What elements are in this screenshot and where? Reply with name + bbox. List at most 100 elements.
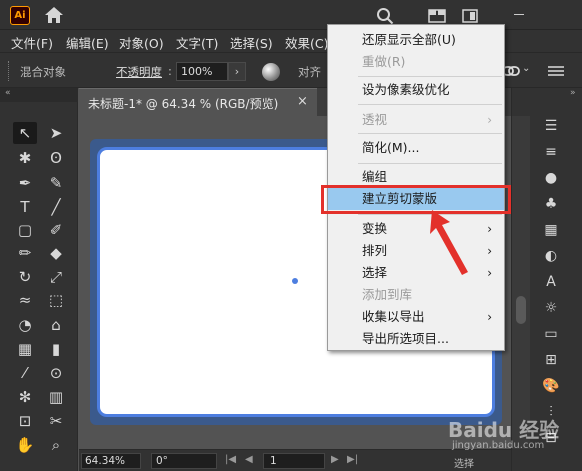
page-field[interactable]: 1	[263, 453, 325, 469]
menu-edit[interactable]: 编辑(E)	[66, 33, 109, 52]
document-tab-title: 未标题-1* @ 64.34 % (RGB/预览)	[88, 97, 279, 111]
free-transform-icon[interactable]: ⬚	[44, 289, 68, 311]
graph-tool-icon[interactable]: ▥	[44, 386, 68, 408]
direct-selection-tool-icon[interactable]: ➤	[44, 122, 68, 144]
slice-tool-icon[interactable]: ✂	[44, 410, 68, 432]
symbol-sprayer-icon[interactable]: ✻	[13, 386, 37, 408]
last-page-icon[interactable]: ▶|	[347, 454, 358, 465]
shape-builder-icon[interactable]: ◔	[13, 314, 37, 336]
pen-tool-icon[interactable]: ✒	[13, 172, 37, 194]
brightness-icon[interactable]: ☼	[540, 298, 562, 318]
submenu-arrow-icon: ›	[487, 244, 492, 258]
blend-object-label: 混合对象	[20, 65, 66, 79]
zoom-field[interactable]: 64.34%	[81, 453, 141, 469]
baidu-watermark: Baidu 经验	[448, 418, 560, 442]
menu-file[interactable]: 文件(F)	[11, 33, 53, 52]
warp-tool-icon[interactable]: ≈	[13, 289, 37, 311]
zoom-tool-icon[interactable]: ⌕	[44, 434, 68, 456]
transform-icon[interactable]: ⊞	[540, 350, 562, 370]
menu-item-export-selection[interactable]: 导出所选项目...	[328, 328, 504, 350]
menu-item-perspective: 透视 ›	[328, 109, 504, 131]
scrollbar-thumb[interactable]	[516, 296, 526, 324]
rectangle-tool-icon[interactable]: ▢	[13, 219, 37, 241]
grip-handle[interactable]	[8, 61, 11, 81]
annotation-arrow-icon	[430, 210, 468, 275]
menu-item-pixel-optimize[interactable]: 设为像素级优化	[328, 79, 504, 101]
minimize-icon[interactable]	[514, 14, 524, 15]
paintbrush-icon[interactable]: ✐	[44, 219, 68, 241]
menu-separator	[358, 104, 502, 105]
mesh-tool-icon[interactable]: ▦	[13, 338, 37, 360]
menu-separator	[358, 133, 502, 134]
submenu-arrow-icon: ›	[487, 310, 492, 324]
opacity-label[interactable]: 不透明度	[116, 64, 162, 80]
menu-separator	[358, 76, 502, 77]
menu-select[interactable]: 选择(S)	[230, 33, 273, 52]
shaper-tool-icon[interactable]: ✏	[13, 242, 37, 264]
next-page-icon[interactable]: ▶	[331, 454, 339, 465]
rotation-field[interactable]: 0°	[151, 453, 217, 469]
close-icon[interactable]: ×	[297, 94, 308, 109]
document-tab[interactable]: 未标题-1* @ 64.34 % (RGB/预览) ×	[79, 88, 317, 116]
live-paint-icon[interactable]: ⌂	[44, 314, 68, 336]
swatches-icon[interactable]: ▦	[540, 220, 562, 240]
vertical-scrollbar[interactable]	[512, 116, 530, 449]
submenu-arrow-icon: ›	[487, 222, 492, 236]
blend-tool-icon[interactable]: ⊙	[44, 362, 68, 384]
home-icon[interactable]	[44, 6, 64, 24]
menu-type[interactable]: 文字(T)	[176, 33, 218, 52]
panel-icon[interactable]	[462, 9, 478, 23]
rotate-tool-icon[interactable]: ↻	[13, 266, 37, 288]
prev-page-icon[interactable]: ◀	[245, 454, 253, 465]
menu-item-collect-for-export[interactable]: 收集以导出 ›	[328, 306, 504, 328]
appearance-icon[interactable]: ●	[540, 168, 562, 188]
collapse-right-icon[interactable]: »	[570, 88, 576, 98]
properties-icon[interactable]: ☰	[540, 116, 562, 136]
color-guide-icon[interactable]: 🎨	[540, 376, 562, 396]
menu-separator	[358, 163, 502, 164]
selection-tool-icon[interactable]: ↖	[13, 122, 37, 144]
gradient-tool-icon[interactable]: ▮	[44, 338, 68, 360]
app-logo[interactable]: Ai	[10, 6, 30, 25]
artboard-tool-icon[interactable]: ⊡	[13, 410, 37, 432]
lasso-icon[interactable]: ʘ	[44, 147, 68, 169]
opacity-input[interactable]: 100%	[176, 62, 228, 81]
annotation-highlight-box	[321, 185, 511, 214]
recolor-icon[interactable]	[262, 63, 280, 81]
menu-object[interactable]: 对象(O)	[119, 33, 164, 52]
baidu-watermark-url: jingyan.baidu.com	[452, 440, 545, 451]
layers-icon[interactable]: ≡	[540, 142, 562, 162]
menu-item-add-to-library: 添加到库	[362, 287, 413, 302]
menu-effect[interactable]: 效果(C)	[285, 33, 328, 52]
curvature-tool-icon[interactable]: ✎	[44, 172, 68, 194]
opacity-arrow-icon[interactable]: ›	[228, 62, 246, 81]
tools-panel: « ↖ ➤ ✱ ʘ ✒ ✎ T ╱ ▢ ✐ ✏ ◆ ↻ ⤢ ≈ ⬚ ◔ ⌂ ▦ …	[0, 88, 78, 471]
align-label[interactable]: 对齐	[298, 64, 321, 80]
eraser-icon[interactable]: ◆	[44, 242, 68, 264]
search-icon[interactable]	[376, 7, 394, 25]
menu-lines-icon[interactable]	[548, 65, 564, 77]
transparency-icon[interactable]: ▭	[540, 324, 562, 344]
libraries-icon[interactable]: ♣	[540, 194, 562, 214]
status-select-label: 选择	[454, 459, 474, 470]
tools-panel-header: «	[0, 88, 78, 102]
submenu-arrow-icon: ›	[487, 113, 492, 127]
type-tool-icon[interactable]: T	[13, 196, 37, 218]
line-tool-icon[interactable]: ╱	[44, 196, 68, 218]
submenu-arrow-icon: ›	[487, 266, 492, 280]
menu-item-redo: 重做(R)	[362, 54, 406, 69]
workspace-icon[interactable]	[428, 9, 446, 23]
menu-item-simplify[interactable]: 简化(M)...	[328, 137, 504, 159]
collapse-icon[interactable]: «	[5, 88, 11, 98]
center-point[interactable]	[292, 278, 298, 284]
chevron-down-icon[interactable]: ⌄	[522, 63, 530, 74]
eyedropper-icon[interactable]: ⁄	[13, 362, 37, 384]
magic-wand-icon[interactable]: ✱	[13, 147, 37, 169]
scale-tool-icon[interactable]: ⤢	[44, 266, 68, 288]
character-icon[interactable]: A	[540, 272, 562, 292]
first-page-icon[interactable]: |◀	[225, 454, 236, 465]
status-bar: 64.34% 0° |◀ ◀ 1 ▶ ▶|	[79, 449, 511, 471]
hand-tool-icon[interactable]: ✋	[13, 434, 37, 456]
gradient-panel-icon[interactable]: ◐	[540, 246, 562, 266]
menu-item-restore-view[interactable]: 还原显示全部(U)	[328, 29, 504, 51]
